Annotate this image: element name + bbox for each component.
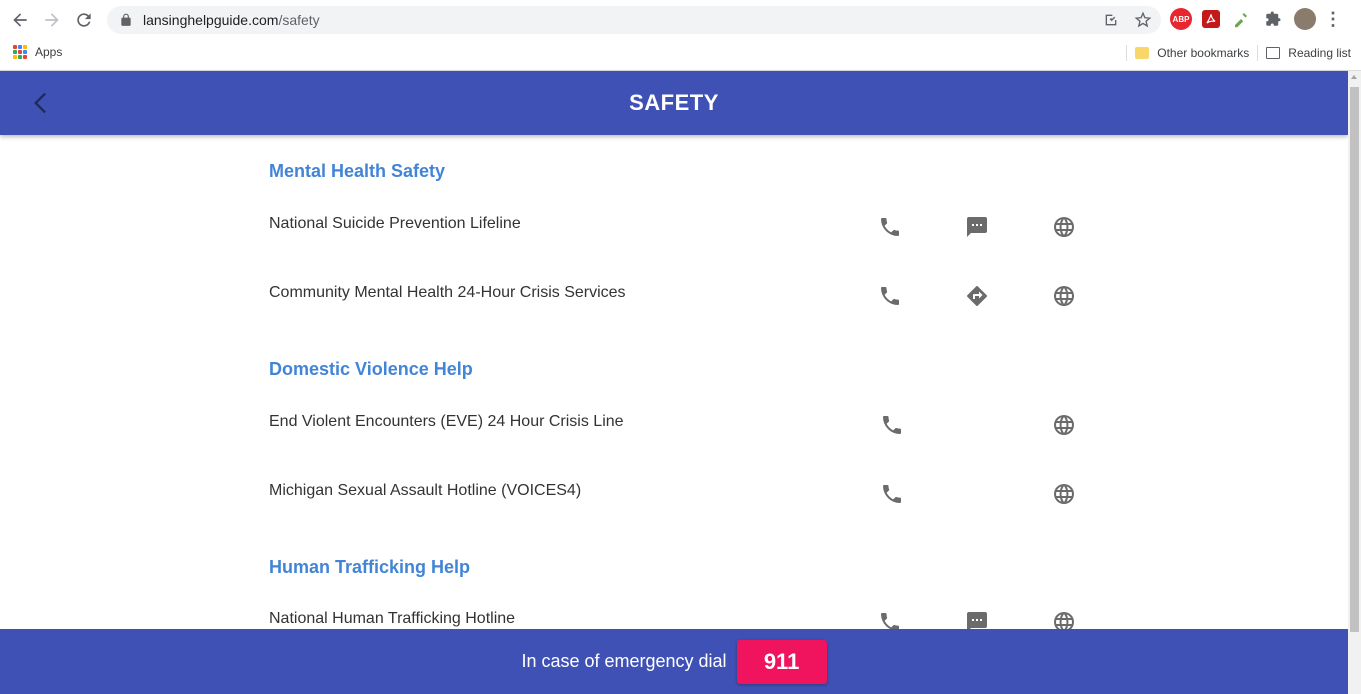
item-label: Community Mental Health 24-Hour Crisis S… <box>269 284 626 301</box>
directions-icon[interactable] <box>963 282 991 310</box>
browser-toolbar: lansinghelpguide.com/safety ABP ⋮ <box>0 0 1361 40</box>
lock-icon <box>121 13 131 26</box>
phone-icon[interactable] <box>876 213 904 241</box>
globe-icon[interactable] <box>1050 411 1078 439</box>
list-item: Michigan Sexual Assault Hotline (VOICES4… <box>269 482 1089 518</box>
list-item: End Violent Encounters (EVE) 24 Hour Cri… <box>269 413 1089 449</box>
emergency-text: In case of emergency dial <box>521 651 727 671</box>
item-label: National Suicide Prevention Lifeline <box>269 215 521 232</box>
eyedropper-extension-icon[interactable] <box>1230 8 1252 30</box>
item-label: National Human Trafficking Hotline <box>269 610 516 627</box>
globe-icon[interactable] <box>1050 480 1078 508</box>
list-item: National Human Trafficking Hotline <box>269 610 1089 629</box>
extensions-puzzle-icon[interactable] <box>1262 8 1284 30</box>
reload-icon[interactable] <box>68 4 100 36</box>
forward-arrow-icon[interactable] <box>36 4 68 36</box>
phone-icon[interactable] <box>876 282 904 310</box>
bookmark-star-icon[interactable] <box>1133 10 1153 30</box>
message-icon[interactable] <box>963 213 991 241</box>
globe-icon[interactable] <box>1050 282 1078 310</box>
install-app-icon[interactable] <box>1101 10 1121 30</box>
acrobat-icon[interactable] <box>1202 10 1220 28</box>
message-icon[interactable] <box>963 608 991 629</box>
globe-icon[interactable] <box>1050 213 1078 241</box>
phone-icon[interactable] <box>878 411 906 439</box>
main-content: Mental Health Safety National Suicide Pr… <box>0 135 1348 629</box>
page-title: SAFETY <box>629 90 719 115</box>
apps-grid-icon <box>13 45 27 59</box>
bookmarks-divider <box>1257 45 1259 61</box>
browser-menu-icon[interactable]: ⋮ <box>1324 8 1342 30</box>
page-scrollbar[interactable] <box>1348 71 1361 694</box>
reading-list-link[interactable]: Reading list <box>1288 46 1351 60</box>
adblock-plus-icon[interactable]: ABP <box>1170 8 1192 30</box>
section-title-mental-health: Mental Health Safety <box>269 161 446 181</box>
item-label: End Violent Encounters (EVE) 24 Hour Cri… <box>269 413 624 430</box>
other-bookmarks-link[interactable]: Other bookmarks <box>1157 46 1249 60</box>
reading-list-icon <box>1266 47 1281 59</box>
back-chevron-icon[interactable] <box>28 89 56 117</box>
address-bar[interactable]: lansinghelpguide.com/safety <box>107 6 1161 34</box>
section-title-domestic-violence: Domestic Violence Help <box>269 359 473 379</box>
url-path: /safety <box>278 12 320 28</box>
back-arrow-icon[interactable] <box>4 4 36 36</box>
phone-icon[interactable] <box>878 480 906 508</box>
folder-icon <box>1135 47 1150 59</box>
section-title-human-trafficking: Human Trafficking Help <box>269 557 471 577</box>
url-text: lansinghelpguide.com/safety <box>143 12 320 28</box>
list-item: National Suicide Prevention Lifeline <box>269 215 1089 251</box>
scrollbar-thumb[interactable] <box>1350 87 1359 632</box>
apps-label: Apps <box>35 45 63 59</box>
globe-icon[interactable] <box>1050 608 1078 629</box>
app-header: SAFETY <box>0 71 1348 135</box>
scroll-up-arrow-icon[interactable] <box>1351 75 1357 79</box>
bookmark-apps[interactable]: Apps <box>13 45 62 59</box>
bookmarks-bar: Apps Other bookmarks Reading list <box>0 40 1361 71</box>
item-label: Michigan Sexual Assault Hotline (VOICES4… <box>269 482 582 499</box>
emergency-footer: In case of emergency dial 911 <box>0 629 1348 694</box>
emergency-dial-button[interactable]: 911 <box>736 639 827 684</box>
list-item: Community Mental Health 24-Hour Crisis S… <box>269 284 1089 320</box>
phone-icon[interactable] <box>876 608 904 629</box>
profile-avatar[interactable] <box>1294 8 1316 30</box>
bookmarks-divider <box>1126 45 1128 61</box>
url-domain: lansinghelpguide.com <box>143 12 279 28</box>
